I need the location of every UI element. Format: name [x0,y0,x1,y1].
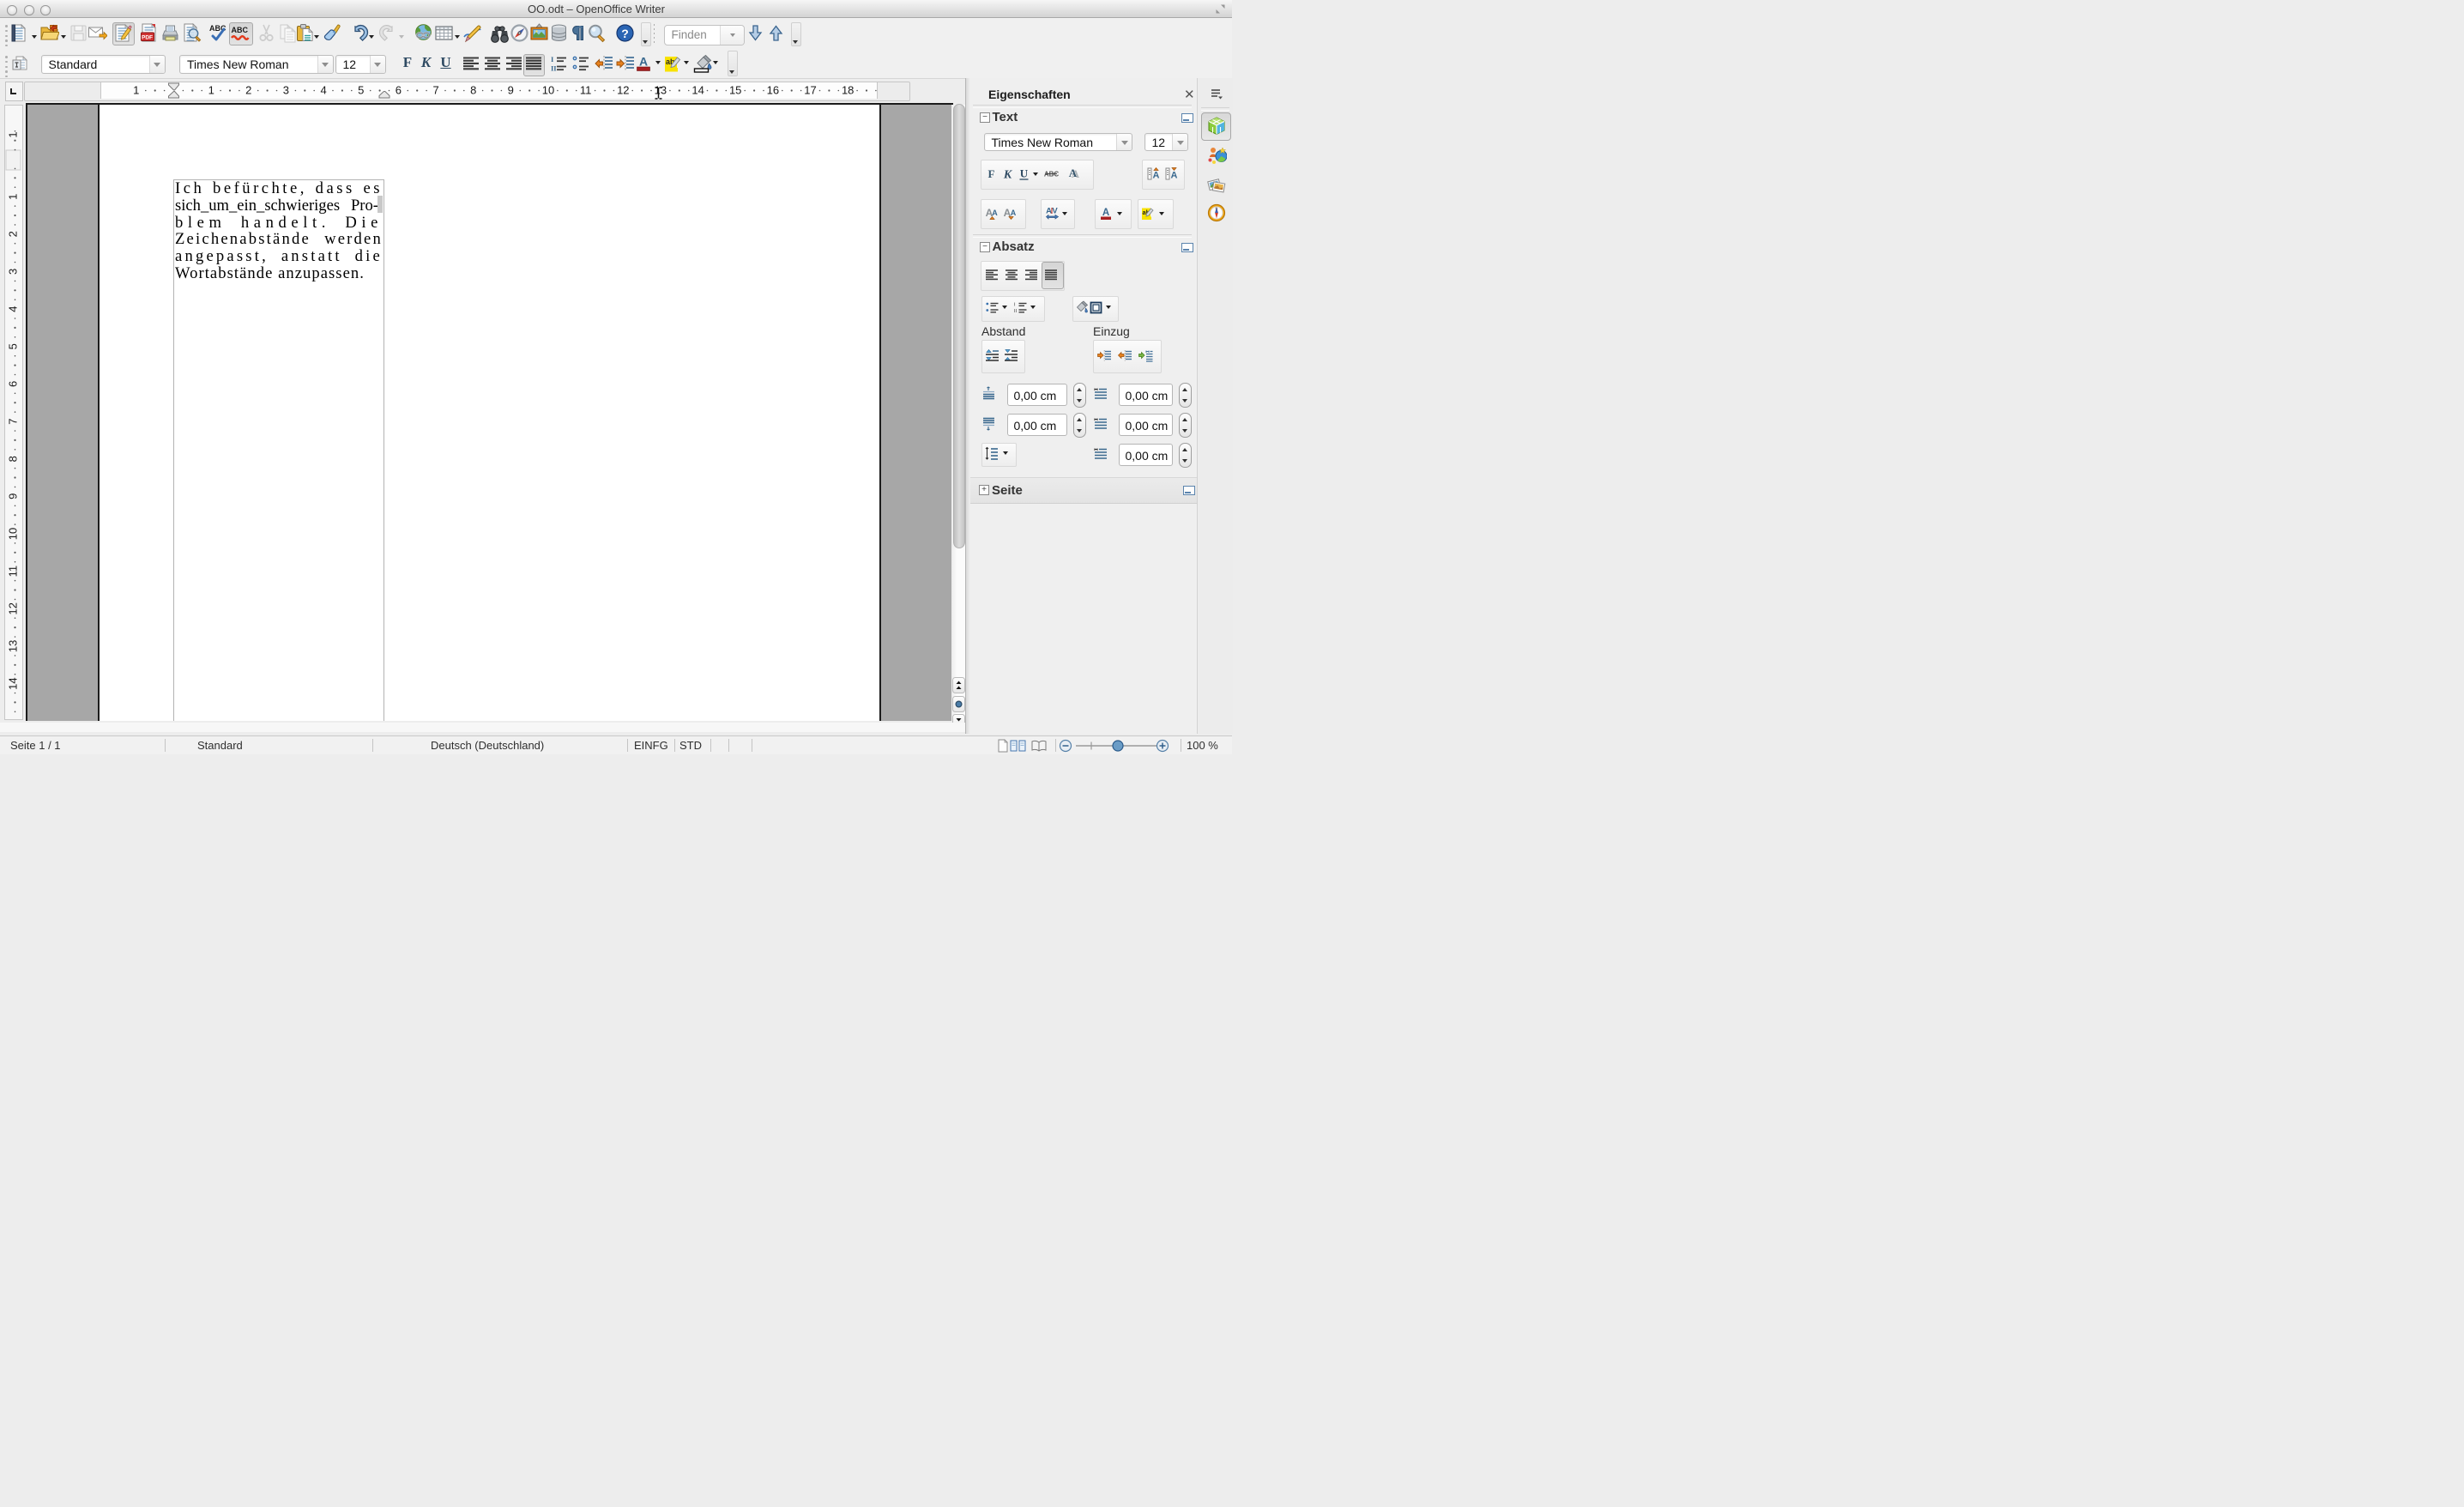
svg-text:7: 7 [432,84,438,97]
svg-text:9: 9 [7,493,20,499]
svg-text:6: 6 [396,84,402,97]
svg-text:10: 10 [7,528,20,540]
svg-text:4: 4 [7,306,20,312]
svg-text:1: 1 [7,131,20,137]
svg-text:A: A [1102,208,1109,218]
svg-text:3: 3 [283,84,289,97]
svg-text:II: II [551,64,557,73]
svg-text:16: 16 [767,84,779,97]
svg-text:10: 10 [542,84,554,97]
svg-text:N: N [1216,206,1218,210]
svg-text:A: A [1011,209,1017,217]
svg-text:8: 8 [470,84,476,97]
svg-text:I: I [1014,303,1016,308]
svg-text:15: 15 [729,84,741,97]
svg-text:1: 1 [208,84,214,97]
svg-text:18: 18 [842,84,854,97]
svg-text:F: F [988,167,995,180]
svg-text:12: 12 [7,602,20,614]
svg-text:K: K [1003,169,1013,182]
svg-text:9: 9 [508,84,514,97]
svg-text:11: 11 [7,566,20,578]
svg-text:8: 8 [7,456,20,462]
svg-text:?: ? [621,27,629,40]
svg-text:6: 6 [7,381,20,387]
svg-text:2: 2 [7,231,20,237]
svg-text:V: V [1052,207,1058,216]
svg-text:2: 2 [245,84,251,97]
svg-text:17: 17 [804,84,816,97]
svg-text:A: A [1069,166,1078,179]
svg-text:14: 14 [691,84,704,97]
svg-text:5: 5 [358,84,364,97]
svg-text:12: 12 [617,84,629,97]
svg-text:II: II [1014,309,1018,314]
svg-text:1: 1 [7,194,20,200]
svg-text:A: A [638,55,647,69]
svg-text:PDF: PDF [142,35,153,41]
svg-text:4: 4 [320,84,326,97]
svg-text:3: 3 [7,269,20,275]
svg-text:A: A [1046,207,1052,216]
svg-text:A: A [1171,171,1178,181]
svg-text:I: I [551,55,554,64]
svg-text:5: 5 [7,343,20,349]
svg-text:U: U [1020,167,1029,180]
svg-text:1: 1 [133,84,139,97]
svg-text:14: 14 [7,677,20,689]
svg-text:ABC: ABC [232,26,249,34]
svg-text:A: A [1153,171,1160,181]
svg-text:7: 7 [7,418,20,424]
svg-text:11: 11 [580,84,592,97]
svg-text:13: 13 [7,640,20,652]
svg-text:A: A [992,209,998,217]
